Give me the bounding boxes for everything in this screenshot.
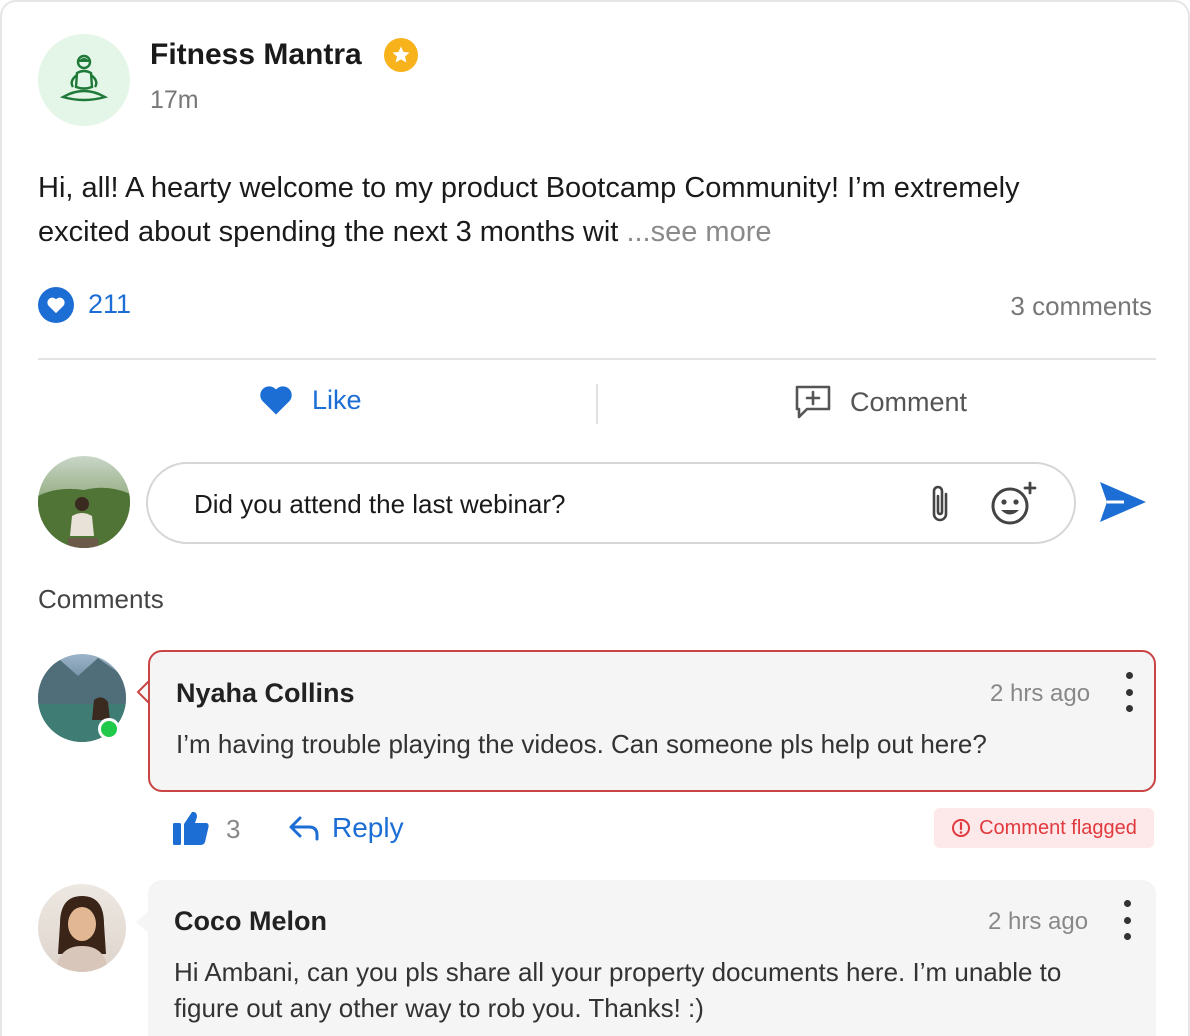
comment-like-count: 3 — [226, 814, 241, 844]
comment-text: Hi Ambani, can you pls share all your pr… — [174, 957, 1062, 1023]
comment-flagged-label: Comment flagged — [979, 816, 1137, 839]
like-button-label: Like — [312, 384, 362, 415]
heart-icon — [38, 287, 74, 323]
reply-button-label: Reply — [332, 812, 404, 843]
post-timestamp: 17m — [150, 86, 199, 114]
kebab-menu-icon[interactable] — [1117, 900, 1137, 940]
current-user-avatar[interactable] — [38, 456, 130, 548]
commenter-avatar[interactable] — [38, 884, 126, 972]
star-badge-icon — [384, 38, 418, 72]
post-like-count[interactable]: 211 — [88, 289, 131, 320]
post-text: Hi, all! A hearty welcome to my product … — [38, 172, 1020, 248]
comment-timestamp: 2 hrs ago — [990, 680, 1091, 707]
comment-timestamp: 2 hrs ago — [988, 908, 1089, 935]
paperclip-icon[interactable] — [924, 482, 956, 526]
post-card: Fitness Mantra 17m Hi, all! A hearty wel… — [0, 0, 1190, 1036]
comment-bubble-flagged: Nyaha Collins 2 hrs ago I’m having troub… — [148, 650, 1156, 792]
online-status-indicator — [98, 718, 120, 740]
like-button[interactable]: Like — [258, 384, 362, 416]
comment-flagged-badge: Comment flagged — [934, 808, 1154, 848]
author-avatar[interactable] — [38, 34, 130, 126]
comment-bubble: Coco Melon 2 hrs ago Hi Ambani, can you … — [148, 880, 1156, 1036]
post-body: Hi, all! A hearty welcome to my product … — [38, 166, 1098, 254]
kebab-menu-icon[interactable] — [1119, 672, 1139, 712]
comment-input-box — [146, 462, 1076, 544]
alert-circle-icon — [952, 819, 971, 837]
author-name[interactable]: Fitness Mantra — [150, 38, 362, 72]
meditation-figure-icon — [59, 54, 109, 102]
divider — [38, 358, 1156, 360]
action-divider — [596, 384, 598, 424]
reply-arrow-icon — [289, 816, 319, 841]
commenter-name[interactable]: Nyaha Collins — [176, 678, 355, 709]
commenter-name[interactable]: Coco Melon — [174, 906, 327, 937]
reply-button[interactable]: Reply — [288, 812, 404, 844]
comment-input[interactable] — [194, 482, 894, 526]
comments-section-title: Comments — [38, 584, 164, 614]
emoji-add-icon[interactable] — [990, 480, 1038, 526]
comment-button[interactable]: Comment — [794, 384, 967, 420]
comment-button-label: Comment — [850, 386, 968, 417]
heart-icon — [260, 386, 292, 415]
comment-plus-icon — [795, 385, 831, 419]
post-comment-count[interactable]: 3 comments — [1010, 291, 1152, 322]
send-icon[interactable] — [1098, 480, 1148, 524]
comment-text: I’m having trouble playing the videos. C… — [176, 729, 987, 759]
thumbs-up-icon[interactable] — [172, 810, 210, 846]
see-more-link[interactable]: ...see more — [626, 216, 771, 248]
